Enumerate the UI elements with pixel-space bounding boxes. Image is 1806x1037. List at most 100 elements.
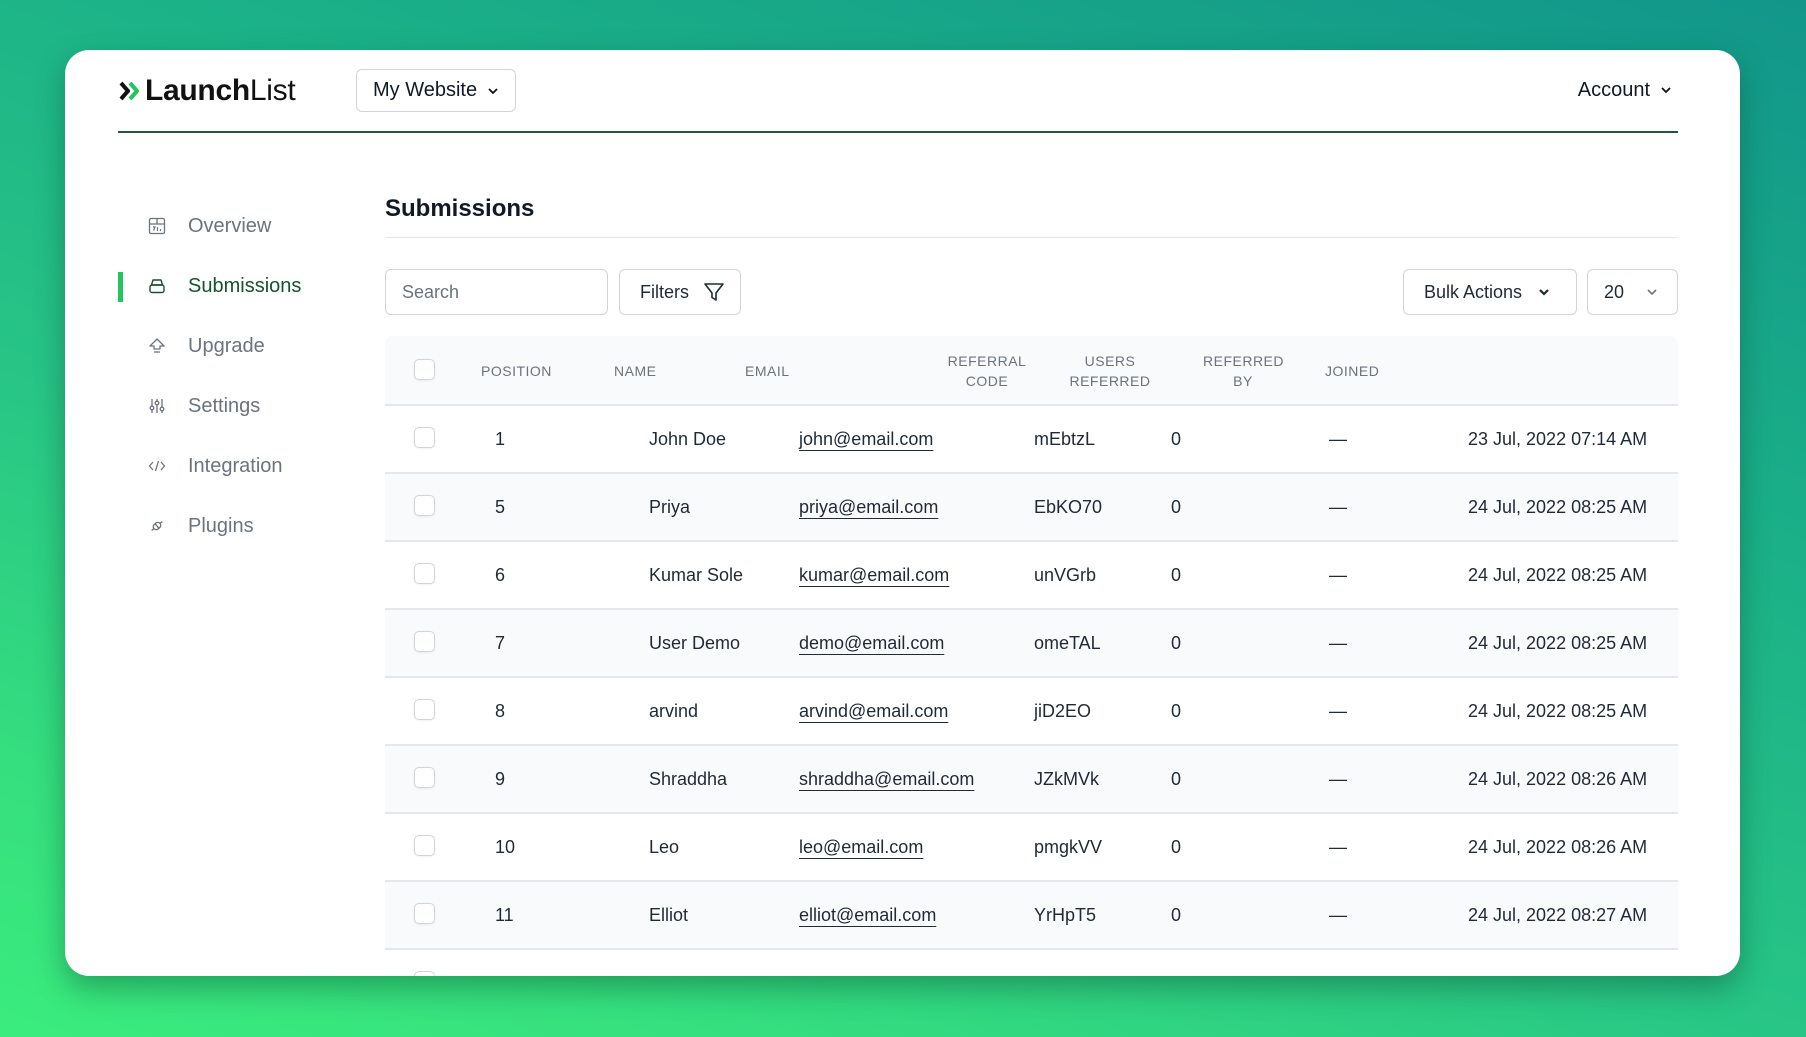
column-header-name[interactable]: Name: [614, 361, 656, 381]
sidebar-item-label: Plugins: [188, 514, 254, 537]
position-cell: 1: [495, 428, 506, 449]
users-referred-cell: 0: [1171, 428, 1182, 449]
position-cell: 5: [495, 496, 506, 517]
header-line: Users: [1084, 353, 1136, 369]
sidebar-item-plugins[interactable]: Plugins: [118, 496, 348, 556]
users-referred-cell: 0: [1171, 836, 1182, 857]
table-row[interactable]: 6 Kumar Sole kumar@email.com unVGrb 0 — …: [385, 542, 1678, 610]
app-window: LaunchList My Website Account Overview S…: [65, 50, 1740, 976]
bulk-actions-dropdown[interactable]: Bulk Actions: [1403, 269, 1577, 315]
header-line: Referred: [1069, 373, 1151, 389]
sidebar-item-submissions[interactable]: Submissions: [118, 256, 348, 316]
row-checkbox[interactable]: [414, 427, 435, 448]
email-cell: john@email.com: [799, 406, 933, 472]
sidebar-item-settings[interactable]: Settings: [118, 376, 348, 436]
joined-cell: 24 Jul, 2022 08:25 AM: [1468, 496, 1648, 517]
referred-by-cell: —: [1329, 496, 1347, 517]
calendar-chart-icon: [147, 216, 167, 236]
name-cell: Priya: [649, 496, 691, 517]
row-checkbox[interactable]: [414, 563, 435, 584]
row-checkbox[interactable]: [414, 699, 435, 720]
header-line: Referred: [1203, 353, 1285, 369]
referred-by-cell: —: [1329, 700, 1347, 721]
row-checkbox[interactable]: [414, 903, 435, 924]
active-indicator: [118, 272, 123, 302]
filters-button[interactable]: Filters: [619, 269, 741, 315]
table-row[interactable]: 8 arvind arvind@email.com jiD2EO 0 — 24 …: [385, 678, 1678, 746]
email-link[interactable]: demo@email.com: [799, 633, 944, 654]
sidebar-item-integration[interactable]: Integration: [118, 436, 348, 496]
row-checkbox[interactable]: [414, 835, 435, 856]
name-cell: Kumar Sole: [649, 564, 744, 585]
referral-code-cell: JZkMVk: [1034, 768, 1099, 789]
table-row[interactable]: 5 Priya priya@email.com EbKO70 0 — 24 Ju…: [385, 474, 1678, 542]
page-title: Submissions: [385, 195, 535, 222]
logo[interactable]: LaunchList: [118, 73, 296, 109]
upgrade-arrow-icon: [147, 336, 167, 356]
table-row[interactable]: [385, 950, 1678, 976]
per-page-value: 20: [1604, 281, 1625, 302]
referral-code-cell: mEbtzL: [1034, 428, 1096, 449]
bulk-actions-label: Bulk Actions: [1424, 281, 1523, 302]
sidebar-item-label: Submissions: [188, 274, 302, 297]
column-header-referral-code[interactable]: Referral Code: [947, 351, 1027, 391]
email-cell: shraddha@email.com: [799, 746, 974, 812]
email-cell: leo@email.com: [799, 814, 923, 880]
column-header-email[interactable]: Email: [745, 361, 790, 381]
name-cell: Leo: [649, 836, 680, 857]
filters-label: Filters: [640, 281, 689, 302]
referral-code-cell: pmgkVV: [1034, 836, 1103, 857]
email-link[interactable]: john@email.com: [799, 429, 933, 450]
row-checkbox[interactable]: [414, 631, 435, 652]
table-row[interactable]: 7 User Demo demo@email.com omeTAL 0 — 24…: [385, 610, 1678, 678]
email-cell: arvind@email.com: [799, 678, 948, 744]
joined-cell: 24 Jul, 2022 08:25 AM: [1468, 632, 1648, 653]
table-row[interactable]: 9 Shraddha shraddha@email.com JZkMVk 0 —…: [385, 746, 1678, 814]
referred-by-cell: —: [1329, 564, 1347, 585]
search-input[interactable]: [385, 269, 608, 315]
sidebar-item-label: Settings: [188, 394, 261, 417]
referred-by-cell: —: [1329, 836, 1347, 857]
header-line: Code: [965, 373, 1009, 389]
row-checkbox[interactable]: [414, 971, 435, 976]
row-checkbox[interactable]: [414, 767, 435, 788]
email-cell: demo@email.com: [799, 610, 944, 676]
logo-text: LaunchList: [145, 74, 296, 107]
joined-cell: 24 Jul, 2022 08:26 AM: [1468, 768, 1648, 789]
row-checkbox[interactable]: [414, 495, 435, 516]
email-link[interactable]: kumar@email.com: [799, 565, 949, 586]
email-link[interactable]: arvind@email.com: [799, 701, 948, 722]
referred-by-cell: —: [1329, 632, 1347, 653]
code-icon: [147, 456, 167, 476]
users-referred-cell: 0: [1171, 700, 1182, 721]
email-link[interactable]: elliot@email.com: [799, 905, 936, 926]
users-referred-cell: 0: [1171, 496, 1182, 517]
position-cell: 7: [495, 632, 506, 653]
column-header-joined[interactable]: Joined: [1325, 361, 1379, 381]
column-header-users-referred[interactable]: Users Referred: [1065, 351, 1155, 391]
sidebar-item-label: Overview: [188, 214, 272, 237]
referral-code-cell: jiD2EO: [1034, 700, 1092, 721]
users-referred-cell: 0: [1171, 632, 1182, 653]
email-cell: kumar@email.com: [799, 542, 949, 608]
sidebar-item-upgrade[interactable]: Upgrade: [118, 316, 348, 376]
column-header-referred-by[interactable]: Referred By: [1203, 351, 1285, 391]
table-row[interactable]: 1 John Doe john@email.com mEbtzL 0 — 23 …: [385, 406, 1678, 474]
table-row[interactable]: 10 Leo leo@email.com pmgkVV 0 — 24 Jul, …: [385, 814, 1678, 882]
name-cell: John Doe: [649, 428, 727, 449]
email-link[interactable]: priya@email.com: [799, 497, 938, 518]
sidebar-nav: Overview Submissions Upgrade Settings In…: [118, 196, 348, 556]
column-header-position[interactable]: Position: [481, 361, 552, 381]
name-cell: User Demo: [649, 632, 741, 653]
table-row[interactable]: 11 Elliot elliot@email.com YrHpT5 0 — 24…: [385, 882, 1678, 950]
referral-code-cell: omeTAL: [1034, 632, 1101, 653]
submissions-table: Position Name Email Referral Code Users …: [385, 336, 1678, 976]
name-cell: Shraddha: [649, 768, 728, 789]
email-link[interactable]: shraddha@email.com: [799, 769, 974, 790]
email-link[interactable]: leo@email.com: [799, 837, 923, 858]
divider: [385, 237, 1678, 238]
select-all-checkbox[interactable]: [414, 359, 435, 380]
sidebar-item-overview[interactable]: Overview: [118, 196, 348, 256]
plug-icon: [147, 516, 167, 536]
per-page-select[interactable]: 20: [1587, 269, 1678, 315]
